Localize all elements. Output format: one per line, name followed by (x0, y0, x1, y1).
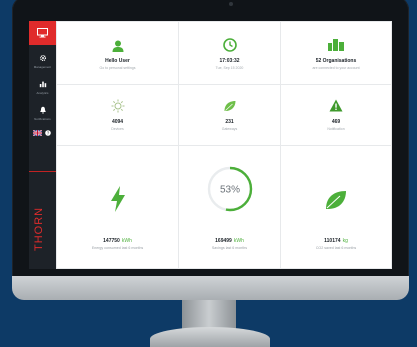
leaf-icon (326, 191, 346, 209)
sidebar: Management Analytics Notifications ? THO… (29, 21, 56, 269)
devices-label: Devices (111, 127, 124, 131)
tile-devices[interactable]: 4094 Devices (56, 84, 179, 146)
language-selector: ? (32, 129, 55, 137)
savings-caption: Savings last 6 months (211, 246, 248, 250)
savings-unit: kWh (233, 238, 244, 244)
monitor-icon (37, 28, 48, 38)
savings-number: 169499 (215, 238, 232, 244)
sidebar-item-label: Notifications (34, 117, 51, 121)
tile-organisations[interactable]: 52 Organisations are connected to your a… (280, 21, 392, 85)
sidebar-item-dashboard[interactable] (29, 21, 56, 45)
monitor-stand-base (150, 327, 270, 347)
analytics-icon (29, 80, 56, 91)
warning-icon (329, 99, 343, 112)
monitor-stand-neck (182, 300, 236, 330)
organisations-caption: are connected to your account (312, 66, 360, 70)
current-time: 17:03:32 (219, 58, 240, 64)
energy-consumed-caption: Energy consumed last 6 months (91, 246, 144, 250)
tile-savings[interactable]: 53% 169499 kWh Savings last 6 months (178, 145, 281, 269)
gateways-count: 231 (225, 119, 234, 125)
savings-value: 169499 kWh (179, 238, 280, 244)
gear-icon (29, 54, 56, 65)
tile-clock: 17:03:32 Tue, Sep 15 2020 (178, 21, 281, 85)
brand-divider (29, 171, 56, 172)
tile-energy-consumed[interactable]: 147750 kWh Energy consumed last 6 months (56, 145, 179, 269)
personal-settings-link[interactable]: Go to personal settings (57, 66, 178, 70)
savings-percent-label: 53% (219, 185, 239, 196)
sidebar-item-label: Analytics (36, 91, 49, 95)
co2-saved-value: 110174 kg (281, 238, 391, 244)
notifications-count: 469 (331, 119, 341, 125)
sun-icon (111, 99, 124, 113)
tile-gateways[interactable]: 231 Gateways (178, 84, 281, 146)
co2-saved-caption: CO2 saved last 6 months (315, 246, 357, 250)
tile-notifications[interactable]: 469 Notification (280, 84, 392, 146)
buildings-icon (328, 39, 344, 51)
dashboard-main: Hello User Go to personal settings 17:03… (56, 21, 392, 269)
clock-icon (222, 38, 237, 52)
co2-saved-unit: kg (342, 238, 348, 244)
notifications-label: Notification (327, 127, 345, 131)
brand-logo: THORN (33, 206, 45, 251)
co2-saved-number: 110174 (324, 238, 341, 244)
gateways-label: Gateways (221, 127, 238, 131)
sidebar-item-management[interactable]: Management (29, 50, 56, 76)
tile-co2-saved[interactable]: 110174 kg CO2 saved last 6 months (280, 145, 392, 269)
energy-consumed-value: 147750 kWh (57, 238, 178, 244)
current-date: Tue, Sep 15 2020 (215, 66, 244, 70)
uk-flag-icon[interactable] (32, 129, 43, 137)
dashboard-screen: Management Analytics Notifications ? THO… (29, 21, 392, 269)
user-greeting: Hello User (105, 58, 130, 64)
tile-user[interactable]: Hello User Go to personal settings (56, 21, 179, 85)
help-icon[interactable]: ? (45, 130, 52, 136)
lightning-icon (110, 186, 125, 212)
sidebar-item-notifications[interactable]: Notifications (29, 102, 56, 128)
organisations-count: 52 Organisations (315, 58, 357, 64)
bell-icon (29, 106, 56, 117)
progress-ring: 53% (207, 166, 252, 212)
energy-consumed-number: 147750 (103, 238, 120, 244)
monitor-chin (12, 276, 409, 300)
energy-consumed-unit: kWh (121, 238, 132, 244)
sidebar-item-analytics[interactable]: Analytics (29, 76, 56, 102)
camera-icon (229, 2, 233, 6)
user-icon (112, 40, 123, 52)
devices-count: 4094 (111, 119, 124, 125)
leaf-small-icon (224, 101, 235, 111)
sidebar-item-label: Management (33, 65, 52, 69)
